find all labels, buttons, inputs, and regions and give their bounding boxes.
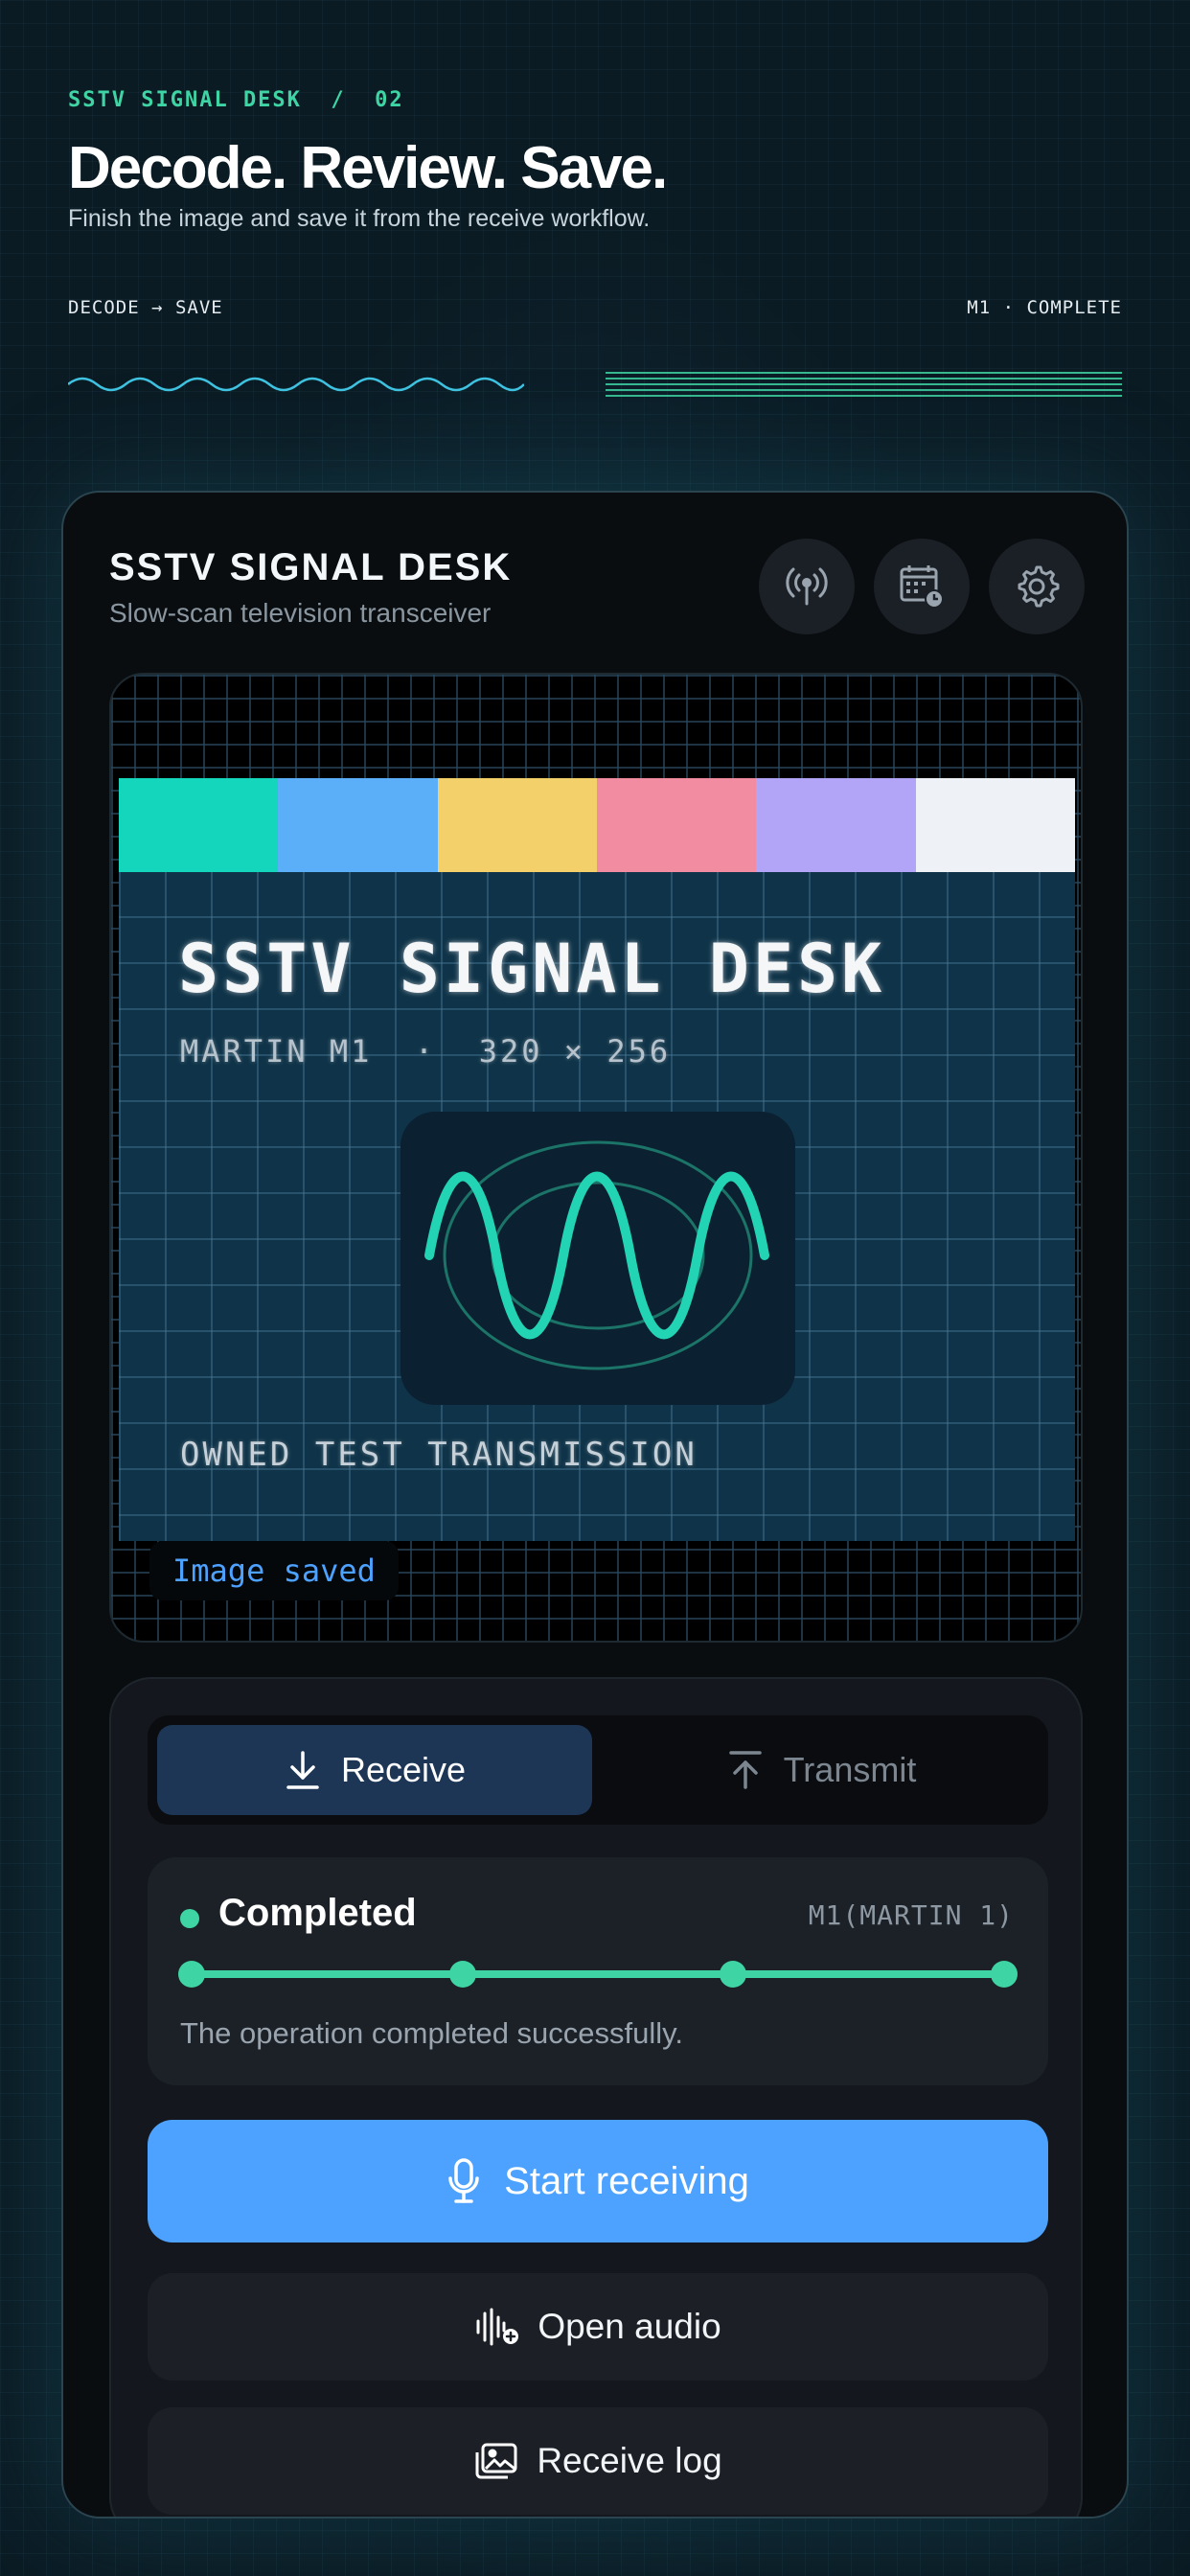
progress-step-1 (178, 1961, 205, 1988)
tab-transmit[interactable]: Transmit (604, 1725, 1039, 1815)
decoded-sstv-image: SSTV SIGNAL DESK MARTIN M1 · 320 × 256 O… (119, 778, 1075, 1541)
image-footer-text: OWNED TEST TRANSMISSION (180, 1436, 698, 1474)
section-eyebrow: SSTV SIGNAL DESK / 02 (68, 88, 404, 112)
upload-icon (728, 1751, 762, 1789)
microphone-icon (448, 2158, 479, 2203)
antenna-button[interactable] (759, 539, 855, 634)
tab-transmit-label: Transmit (783, 1750, 917, 1789)
page-headline: Decode. Review. Save. (68, 135, 668, 201)
control-panel: Receive Transmit Completed M1(MARTIN 1) … (109, 1677, 1083, 2517)
image-meta-text: MARTIN M1 · 320 × 256 (180, 1033, 672, 1070)
mode-status-label: M1 · COMPLETE (967, 297, 1122, 318)
page-subline: Finish the image and save it from the re… (68, 205, 651, 232)
status-card: Completed M1(MARTIN 1) The operation com… (148, 1857, 1048, 2085)
tab-receive[interactable]: Receive (157, 1725, 592, 1815)
color-bar-5 (756, 778, 916, 872)
color-bar-6 (915, 778, 1075, 872)
app-subtitle: Slow-scan television transceiver (109, 598, 492, 628)
start-receiving-button[interactable]: Start receiving (148, 2120, 1048, 2242)
audio-waveform-add-icon (476, 2308, 519, 2346)
download-icon (286, 1751, 319, 1789)
status-indicator-dot (180, 1909, 199, 1928)
status-message: The operation completed successfully. (180, 2016, 683, 2050)
receive-log-label: Receive log (537, 2441, 722, 2480)
image-gallery-icon (475, 2443, 517, 2479)
tab-receive-label: Receive (340, 1750, 467, 1789)
image-wave-graphic (400, 1112, 795, 1405)
wave-decoration (68, 377, 524, 392)
color-bar-2 (278, 778, 438, 872)
progress-track (192, 1970, 1004, 1978)
color-bar-1 (119, 778, 279, 872)
calendar-schedule-icon (900, 565, 944, 609)
receive-log-button[interactable]: Receive log (148, 2407, 1048, 2515)
mode-segmented-control: Receive Transmit (148, 1715, 1048, 1825)
progress-step-2 (448, 1961, 476, 1988)
image-title-text: SSTV SIGNAL DESK (178, 930, 886, 1008)
gear-icon (1018, 565, 1060, 608)
progress-step-3 (720, 1961, 747, 1988)
color-bar-3 (437, 778, 597, 872)
status-mode: M1(MARTIN 1) (808, 1899, 1014, 1931)
color-bars (119, 778, 1075, 872)
open-audio-button[interactable]: Open audio (148, 2273, 1048, 2380)
progress-step-4 (991, 1961, 1018, 1988)
antenna-icon (786, 567, 828, 606)
app-window: SSTV SIGNAL DESK Slow-scan television tr… (61, 491, 1129, 2518)
start-receiving-label: Start receiving (504, 2159, 749, 2202)
sine-wave-icon (424, 1140, 769, 1370)
settings-button[interactable] (989, 539, 1085, 634)
schedule-button[interactable] (874, 539, 970, 634)
open-audio-label: Open audio (538, 2307, 721, 2346)
color-bar-4 (596, 778, 757, 872)
decoded-image-preview: SSTV SIGNAL DESK MARTIN M1 · 320 × 256 O… (109, 673, 1083, 1643)
flow-label: DECODE → SAVE (68, 297, 223, 318)
app-title: SSTV SIGNAL DESK (109, 546, 513, 588)
signal-lines-decoration (606, 372, 1122, 401)
image-saved-badge: Image saved (149, 1541, 399, 1600)
status-label: Completed (218, 1892, 417, 1934)
